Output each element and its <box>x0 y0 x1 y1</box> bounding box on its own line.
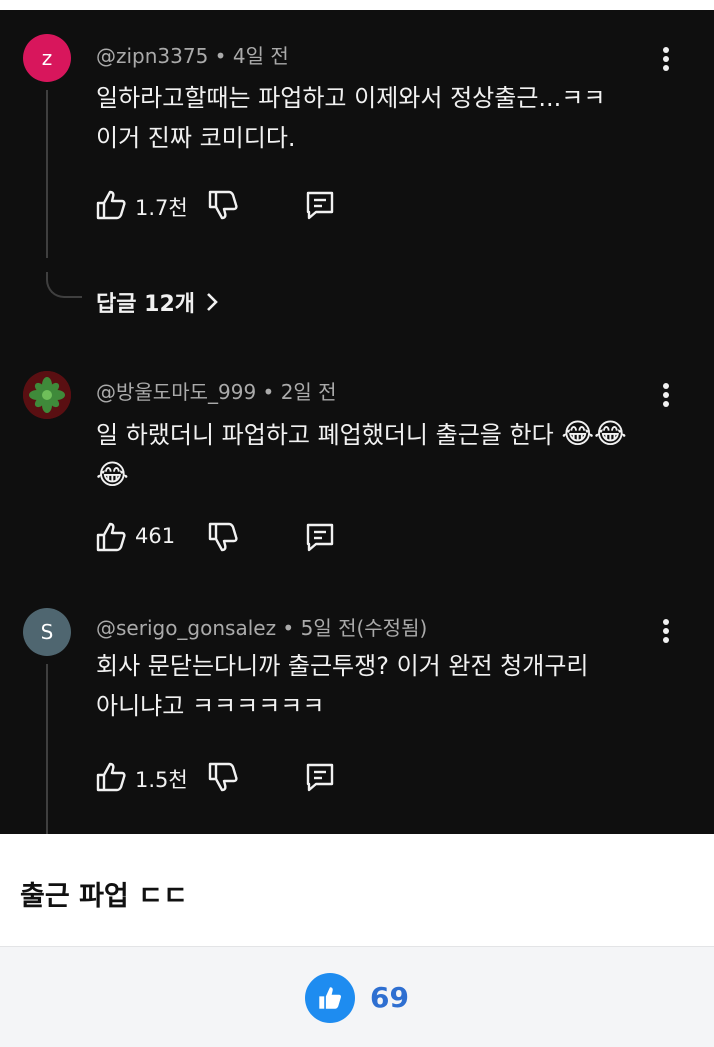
like-count: 1.7천 <box>135 196 188 220</box>
like-count: 461 <box>135 524 176 548</box>
comment-text-body: 일 하랬더니 파업하고 폐업했더니 출근을 한다 <box>96 421 554 449</box>
laughing-emoji: 😂 <box>96 458 129 491</box>
comment-meta: @방울도마도_999 • 2일 전 <box>96 376 337 405</box>
meta-separator: • <box>256 380 281 404</box>
more-options-icon[interactable] <box>656 614 676 648</box>
plant-avatar[interactable] <box>23 371 71 419</box>
more-options-icon[interactable] <box>656 378 676 412</box>
comment-time: 2일 전 <box>280 380 337 404</box>
replies-label: 답글 12개 <box>96 292 195 317</box>
comment-actions: 1.5천 <box>94 760 394 796</box>
avatar[interactable]: S <box>23 608 71 656</box>
thumbs-up-icon[interactable] <box>94 520 128 554</box>
thumbs-up-icon <box>319 987 342 1009</box>
thumbs-down-icon[interactable] <box>206 188 240 222</box>
comment-actions: 461 <box>94 520 394 556</box>
thumbs-down-icon[interactable] <box>206 760 240 794</box>
comment-actions: 1.7천 <box>94 188 394 224</box>
reaction-bar: 69 <box>0 946 714 1047</box>
like-count: 1.5천 <box>135 768 188 792</box>
thread-curve <box>46 272 82 298</box>
thread-line <box>46 664 48 834</box>
avatar[interactable]: z <box>23 34 71 82</box>
meta-separator: • <box>208 44 233 68</box>
plant-icon <box>23 371 71 419</box>
post-like-count: 69 <box>370 981 409 1014</box>
comment-handle[interactable]: @방울도마도_999 <box>96 380 256 404</box>
reply-icon[interactable] <box>303 188 337 222</box>
comment-handle[interactable]: @serigo_gonsalez <box>96 616 276 640</box>
comment-handle[interactable]: @zipn3375 <box>96 44 208 68</box>
thumbs-up-icon[interactable] <box>94 760 128 794</box>
reply-icon[interactable] <box>303 520 337 554</box>
comment-time: 5일 전(수정됨) <box>300 616 428 640</box>
view-replies-button[interactable]: 답글 12개 <box>96 286 219 318</box>
thumbs-up-icon[interactable] <box>94 188 128 222</box>
like-button[interactable] <box>305 973 355 1023</box>
comment-text: 회사 문닫는다니까 출근투쟁? 이거 완전 청개구리 아니냐고 ㅋㅋㅋㅋㅋㅋ <box>96 652 589 720</box>
thumbs-down-icon[interactable] <box>206 520 240 554</box>
comment-meta: @zipn3375 • 4일 전 <box>96 40 289 69</box>
comment-text: 일 하랬더니 파업하고 폐업했더니 출근을 한다 😂😂 😂 <box>96 414 656 496</box>
meta-separator: • <box>276 616 301 640</box>
post-caption: 출근 파업 ㄷㄷ <box>20 881 188 912</box>
comment-meta: @serigo_gonsalez • 5일 전(수정됨) <box>96 612 427 641</box>
comment-text: 일하라고할때는 파업하고 이제와서 정상출근...ㅋㅋ 이거 진짜 코미디다. <box>96 84 606 152</box>
laughing-emoji: 😂😂 <box>561 417 627 450</box>
thread-line <box>46 90 48 258</box>
comment-time: 4일 전 <box>232 44 289 68</box>
chevron-right-icon <box>207 293 218 311</box>
comments-screenshot: z @zipn3375 • 4일 전 일하라고할때는 파업하고 이제와서 정상출… <box>0 10 714 834</box>
more-options-icon[interactable] <box>656 42 676 76</box>
reply-icon[interactable] <box>303 760 337 794</box>
